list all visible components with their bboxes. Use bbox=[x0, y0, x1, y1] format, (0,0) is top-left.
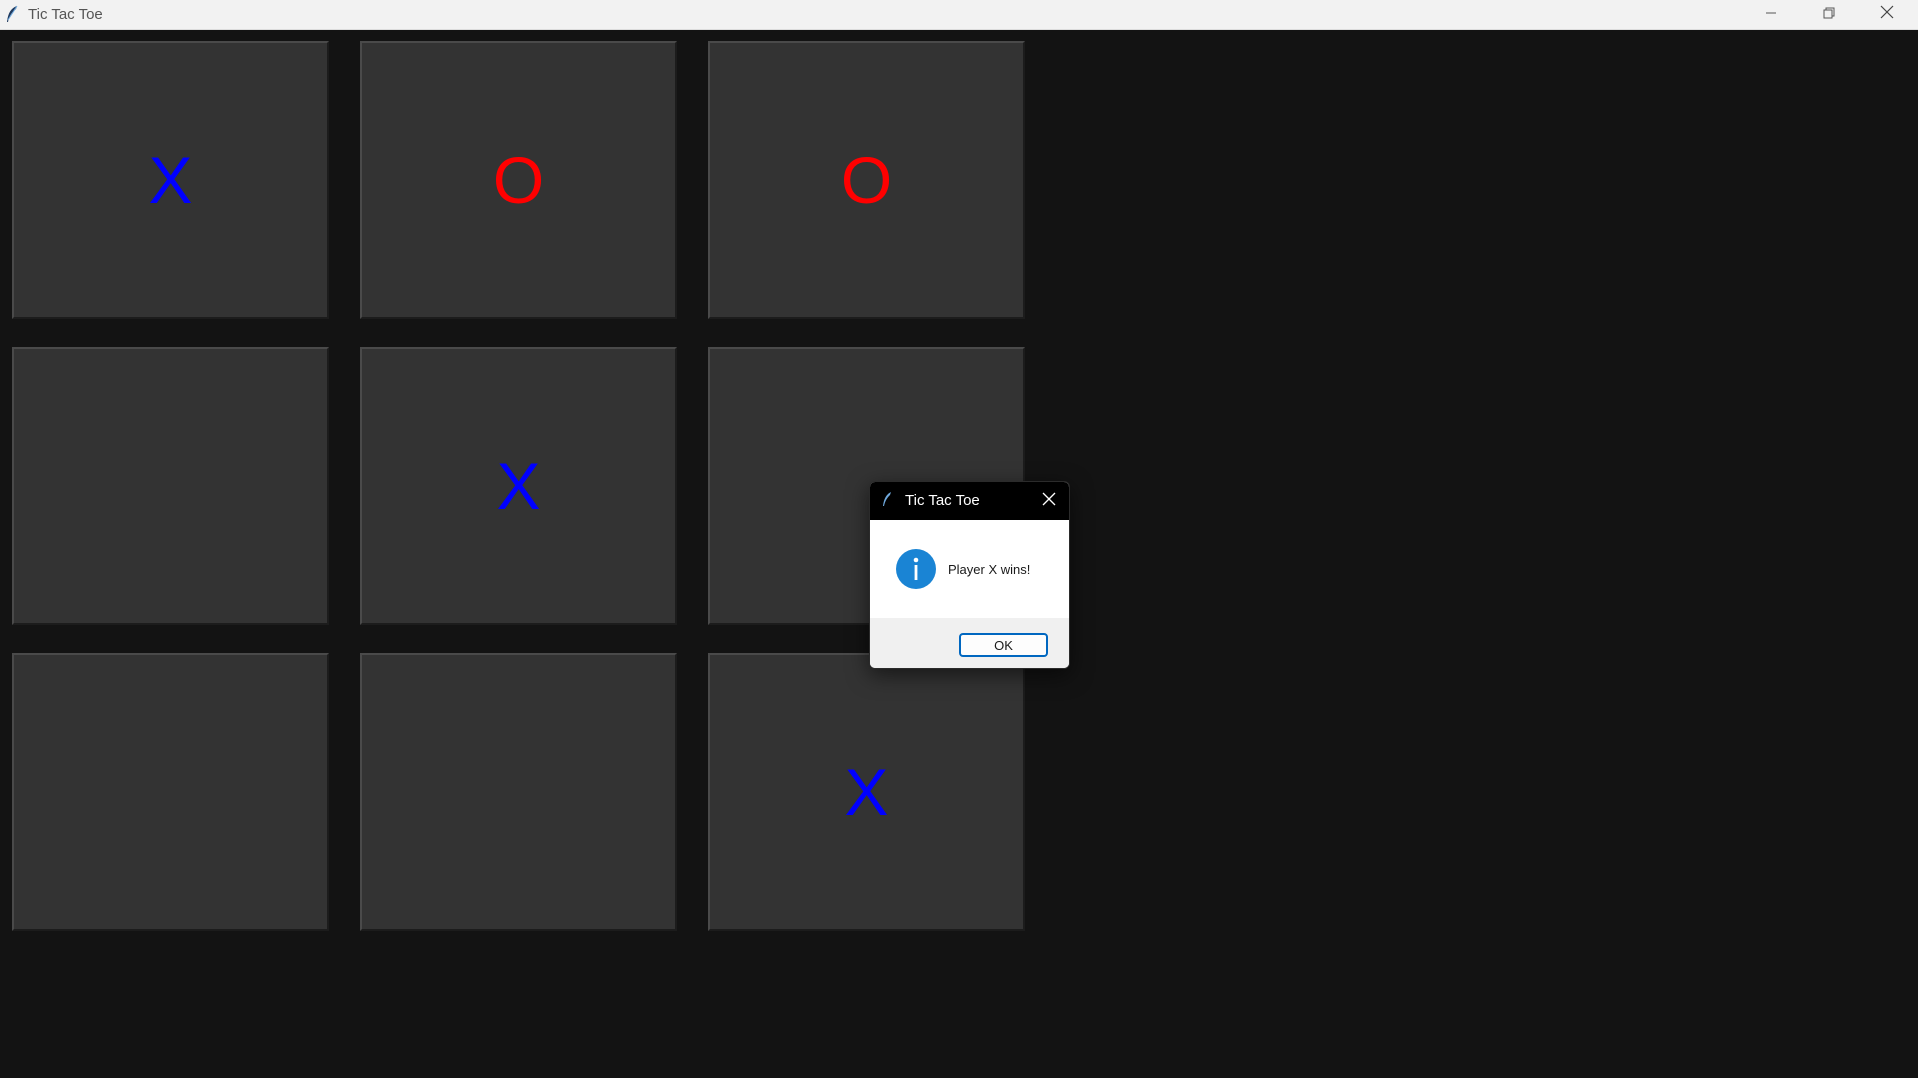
minimize-button[interactable] bbox=[1742, 0, 1800, 29]
dialog-title: Tic Tac Toe bbox=[905, 492, 980, 509]
restore-icon bbox=[1823, 6, 1835, 24]
board-cell[interactable] bbox=[12, 347, 329, 625]
board-cell[interactable] bbox=[360, 653, 677, 931]
minimize-icon bbox=[1765, 6, 1777, 24]
dialog-footer: OK bbox=[870, 618, 1069, 668]
board-cell[interactable] bbox=[12, 653, 329, 931]
dialog-close-button[interactable] bbox=[1035, 487, 1063, 515]
close-icon bbox=[1042, 492, 1056, 511]
feather-icon bbox=[882, 491, 892, 507]
maximize-button[interactable] bbox=[1800, 0, 1858, 29]
close-button[interactable] bbox=[1858, 0, 1916, 29]
info-icon bbox=[896, 549, 936, 589]
board-cell[interactable]: X bbox=[360, 347, 677, 625]
window-title: Tic Tac Toe bbox=[28, 6, 103, 23]
app-window: Tic Tac Toe X O O X X Tic Tac Toe Player… bbox=[0, 0, 1918, 1078]
ok-button[interactable]: OK bbox=[959, 633, 1048, 657]
dialog-message: Player X wins! bbox=[948, 562, 1031, 577]
dialog-body: Player X wins! bbox=[870, 520, 1069, 618]
title-bar: Tic Tac Toe bbox=[0, 0, 1918, 30]
close-icon bbox=[1880, 5, 1894, 24]
board-cell[interactable]: X bbox=[12, 41, 329, 319]
feather-icon bbox=[5, 5, 19, 24]
dialog-title-bar: Tic Tac Toe bbox=[870, 482, 1069, 520]
board-cell[interactable]: X bbox=[708, 653, 1025, 931]
board-cell[interactable]: O bbox=[360, 41, 677, 319]
board-cell[interactable]: O bbox=[708, 41, 1025, 319]
message-dialog: Tic Tac Toe Player X wins! OK bbox=[869, 481, 1070, 669]
